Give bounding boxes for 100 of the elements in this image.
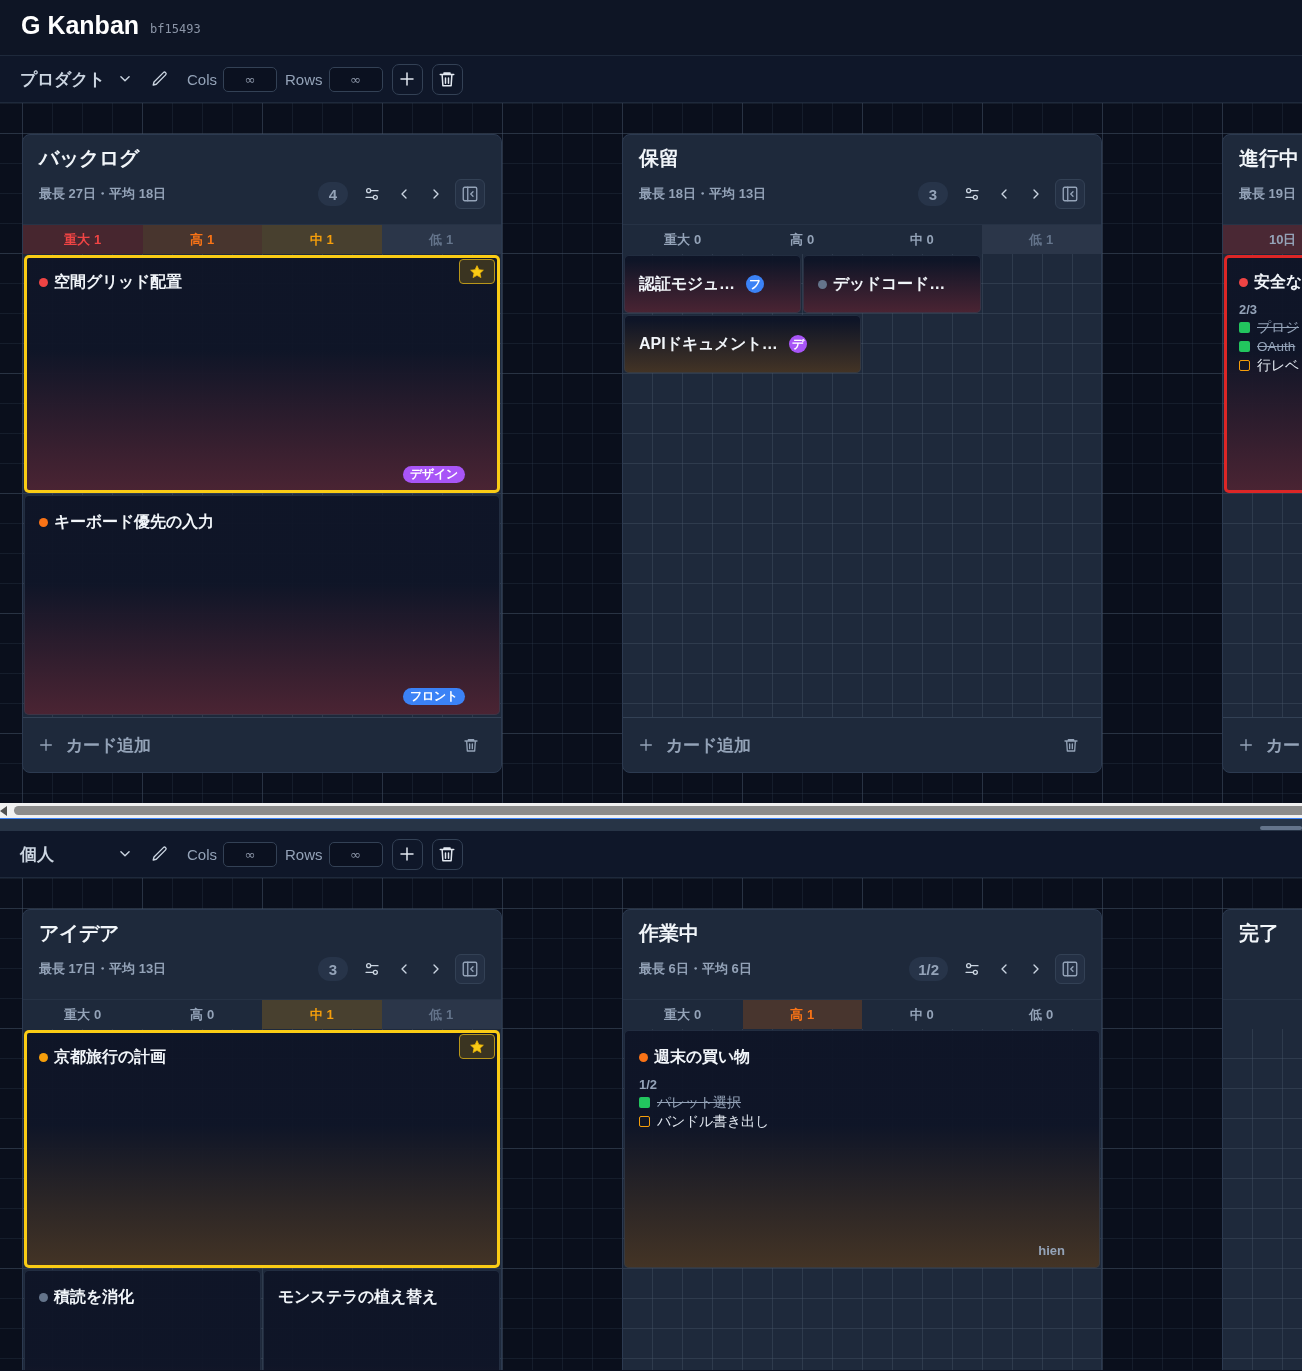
priority-lane-header: 10日 xyxy=(1223,225,1302,254)
column-stats: 最長 6日・平均 6日 xyxy=(639,960,752,978)
count-badge: 1/2 xyxy=(909,957,948,981)
delete-board-button[interactable] xyxy=(431,63,463,95)
checkbox[interactable] xyxy=(639,1097,650,1108)
column-title: 進行中 xyxy=(1239,146,1300,170)
star-icon xyxy=(469,1038,485,1055)
priority-lane-header: 低 1 xyxy=(381,225,501,254)
card-title: 京都旅行の計画 xyxy=(54,1047,166,1067)
column-title: バックログ xyxy=(39,146,141,170)
add-card-button[interactable]: カード追加 xyxy=(38,733,151,757)
card-title: 積読を消化 xyxy=(54,1287,134,1307)
column-stats: 最長 19日 xyxy=(1239,185,1297,203)
priority-lane-header: 重大 1 xyxy=(23,225,143,254)
task-card[interactable]: キーボード優先の入力 フロント xyxy=(24,495,500,715)
trash-icon xyxy=(438,845,457,863)
card-title: 週末の買い物 xyxy=(654,1047,750,1067)
column-stats: 最長 18日・平均 13日 xyxy=(639,185,767,203)
checkbox[interactable] xyxy=(639,1116,650,1127)
priority-lane-header: 重大 0 xyxy=(663,230,703,249)
priority-lane-header: 中 0 xyxy=(908,1005,935,1024)
card-title: デッドコード… xyxy=(833,274,946,294)
priority-lane-header: 低 1 xyxy=(981,225,1101,254)
sliders-icon xyxy=(364,961,380,977)
task-card[interactable]: デッドコード… xyxy=(803,255,981,313)
add-column-button[interactable] xyxy=(391,63,423,95)
checklist-item-text: プロジ xyxy=(1257,319,1299,337)
sliders-icon xyxy=(964,186,980,202)
project-select[interactable]: プロダクト xyxy=(20,64,132,94)
add-column-button[interactable] xyxy=(391,838,423,870)
priority-lane-header: 重大 0 xyxy=(663,1005,703,1024)
task-card[interactable]: 京都旅行の計画 xyxy=(24,1030,500,1268)
checklist-item-text: 行レベ xyxy=(1257,357,1299,375)
cols-field[interactable]: ∞ xyxy=(223,841,277,867)
sliders-icon xyxy=(964,961,980,977)
checkbox[interactable] xyxy=(1239,360,1250,371)
panel-collapse-icon xyxy=(1061,960,1079,978)
scroll-left-arrow-icon[interactable] xyxy=(0,805,7,816)
scrollbar-thumb[interactable] xyxy=(1260,825,1302,830)
checklist-item-text: OAuth xyxy=(1257,338,1296,356)
tag-chip: デ xyxy=(788,335,807,353)
plus-icon xyxy=(1238,737,1254,753)
card-title: APIドキュメント… xyxy=(639,334,778,354)
checklist-progress: 1/2 xyxy=(639,1076,659,1093)
task-card[interactable]: 週末の買い物 1/2 パレット選択 バンドル書き出し hien xyxy=(624,1030,1100,1268)
task-card[interactable]: 認証モジュ… フ xyxy=(624,255,802,313)
priority-lane-header: 高 1 xyxy=(742,1000,862,1029)
task-card[interactable]: APIドキュメント… デ xyxy=(624,315,861,373)
tag-chip: デザイン xyxy=(403,466,465,483)
pencil-icon xyxy=(151,845,169,863)
priority-lane-header: 高 0 xyxy=(789,230,816,249)
add-card-button[interactable]: カード追加 xyxy=(638,733,751,757)
trash-icon xyxy=(463,737,479,753)
star-button[interactable] xyxy=(459,259,495,284)
count-badge: 4 xyxy=(318,182,348,206)
version-label: bf15493 xyxy=(150,21,201,36)
plus-icon xyxy=(398,70,417,88)
column-title: 完了 xyxy=(1239,921,1280,945)
task-card[interactable]: 空間グリッド配置 デザイン xyxy=(24,255,500,493)
horizontal-scrollbar[interactable] xyxy=(0,803,1302,818)
cols-field[interactable]: ∞ xyxy=(223,66,277,92)
priority-lane-header: 高 0 xyxy=(189,1005,216,1024)
checkbox[interactable] xyxy=(1239,322,1250,333)
plus-icon xyxy=(38,737,54,753)
column-title: アイデア xyxy=(39,921,120,945)
collapse-button[interactable] xyxy=(455,179,485,209)
rows-field[interactable]: ∞ xyxy=(328,841,383,867)
column-stats: 最長 17日・平均 13日 xyxy=(39,960,167,978)
task-card[interactable]: 積読を消化 xyxy=(24,1270,261,1370)
star-button[interactable] xyxy=(459,1034,495,1059)
sliders-icon xyxy=(364,186,380,202)
delete-board-button[interactable] xyxy=(431,838,463,870)
app-title: G Kanban xyxy=(21,9,140,40)
cols-label: Cols xyxy=(187,845,217,863)
column-title: 保留 xyxy=(639,146,680,170)
assignee-name: hien xyxy=(1038,1243,1065,1258)
checkbox[interactable] xyxy=(1239,341,1250,352)
priority-lane-header: 中 1 xyxy=(262,225,382,254)
count-badge: 3 xyxy=(318,957,348,981)
collapse-button[interactable] xyxy=(1055,179,1085,209)
priority-lane-header: 高 1 xyxy=(142,225,262,254)
scrollbar-thumb[interactable] xyxy=(14,806,1302,815)
card-title: モンステラの植え替え xyxy=(278,1287,438,1307)
collapse-button[interactable] xyxy=(455,954,485,984)
card-title: キーボード優先の入力 xyxy=(54,512,214,532)
collapse-button[interactable] xyxy=(1055,954,1085,984)
tag-chip: フ xyxy=(746,275,764,293)
task-card[interactable]: モンステラの植え替え xyxy=(263,1270,500,1370)
card-title: 認証モジュ… xyxy=(639,274,735,294)
panel-collapse-icon xyxy=(461,960,479,978)
trash-icon xyxy=(438,70,457,88)
project-select[interactable]: 個人 xyxy=(20,839,132,869)
rows-field[interactable]: ∞ xyxy=(328,66,383,92)
plus-icon xyxy=(398,845,417,863)
panel-collapse-icon xyxy=(461,185,479,203)
panel-collapse-icon xyxy=(1061,185,1079,203)
card-title: 安全な xyxy=(1254,272,1302,292)
add-card-button[interactable]: カー xyxy=(1238,733,1300,757)
task-card[interactable]: 安全な 2/3 プロジ OAuth 行レベ xyxy=(1224,255,1302,493)
cols-label: Cols xyxy=(187,70,217,88)
